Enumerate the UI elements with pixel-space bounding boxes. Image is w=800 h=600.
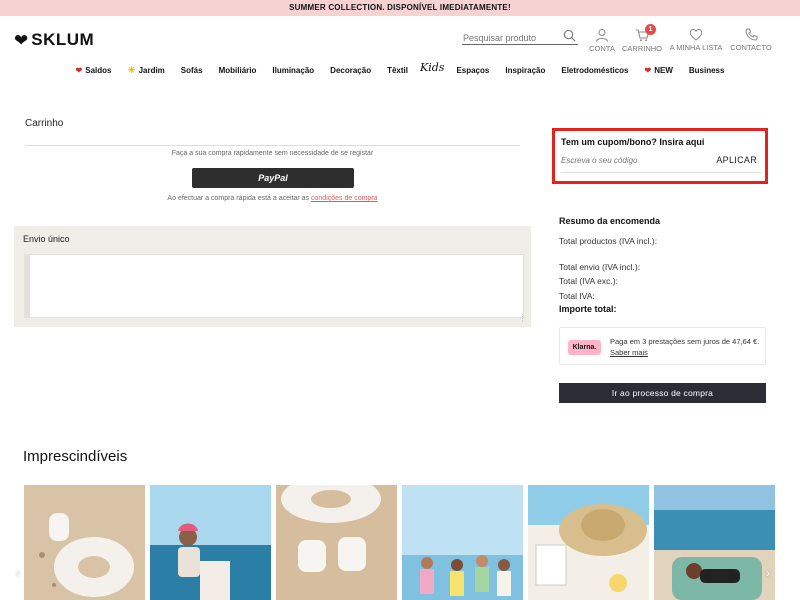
product-card[interactable] [150, 485, 271, 600]
promo-banner[interactable]: SUMMER COLLECTION. DISPONÍVEL IMEDIATAME… [0, 0, 800, 16]
sun-icon: ☀ [127, 64, 136, 75]
search-bar [462, 28, 578, 47]
account-label: CONTA [589, 44, 615, 53]
shipping-note-field[interactable] [24, 254, 524, 318]
logo[interactable]: ❤ SKLUM [14, 30, 94, 50]
nav-item-iluminacao[interactable]: Iluminação [264, 66, 322, 75]
heart-logo-icon: ❤ [14, 30, 29, 50]
heart-icon: ❤ [644, 65, 652, 75]
klarna-logo: Klarna. [568, 340, 601, 355]
nav-item-new[interactable]: ❤ NEW [637, 66, 681, 75]
nav-item-jardim[interactable]: ☀ Jardim [119, 65, 172, 76]
apply-coupon-button[interactable]: APLICAR [716, 155, 757, 165]
nav-item-decoracao[interactable]: Decoração [322, 66, 379, 75]
nav-item-espacos[interactable]: Espaços [448, 66, 497, 75]
essentials-title: Imprescindíveis [23, 448, 128, 465]
main-nav: ❤ Saldos ☀ Jardim Sofás Mobiliário Ilumina… [0, 60, 800, 80]
carousel-prev-icon[interactable]: ‹ [16, 566, 20, 580]
product-image [654, 485, 775, 600]
user-icon [596, 29, 608, 42]
product-carousel [24, 485, 776, 600]
cart-label: CARRINHO [621, 44, 662, 53]
product-card[interactable] [276, 485, 397, 600]
coupon-box: Tem um cupom/bono? Insira aqui APLICAR [552, 128, 768, 184]
klarna-learn-more-link[interactable]: Saber mais [610, 348, 648, 357]
cart-title: Carrinho [25, 118, 64, 129]
summary-title: Resumo da encomenda [559, 216, 661, 226]
product-card[interactable] [24, 485, 145, 600]
site-header: ❤ SKLUM CONTA 1 CARRINHO A MINHA LISTA C… [0, 16, 800, 60]
product-image [150, 485, 271, 600]
summary-products-total: Total productos (IVA incl.): [559, 236, 658, 246]
paypal-button[interactable]: PayPal [192, 168, 354, 188]
shipping-panel: Envio único ⋮ [14, 226, 531, 327]
shipping-note-textarea[interactable] [25, 255, 523, 317]
resize-handle-icon[interactable]: ⋮ [519, 315, 526, 323]
nav-item-business[interactable]: Business [681, 66, 733, 75]
terms-text: Ao efectuar a compra rápida está a aceit… [167, 195, 378, 202]
contact-link[interactable]: CONTACTO [728, 28, 774, 52]
wishlist-link[interactable]: A MINHA LISTA [668, 28, 724, 52]
summary-shipping-total: Total envio (IVA incl.): [559, 262, 641, 272]
coupon-input[interactable] [561, 156, 701, 165]
nav-item-textil[interactable]: Têxtil [379, 66, 416, 75]
nav-item-inspiracao[interactable]: Inspiração [497, 66, 553, 75]
product-image [528, 485, 649, 600]
logo-wordmark: SKLUM [31, 30, 95, 49]
phone-icon [744, 28, 757, 41]
carousel-next-icon[interactable]: › [766, 566, 770, 580]
divider [561, 172, 761, 173]
search-icon[interactable] [563, 29, 576, 47]
checkout-button[interactable]: Ir ao processo de compra [559, 383, 766, 403]
summary-total-ex-vat: Total (IVA exc.): [559, 276, 618, 286]
search-input[interactable] [462, 30, 558, 46]
product-card[interactable] [402, 485, 523, 600]
nav-item-sofas[interactable]: Sofás [173, 66, 211, 75]
klarna-text: Paga em 3 prestações sem juros de 47,64 … [610, 337, 760, 357]
product-card[interactable] [528, 485, 649, 600]
wishlist-label: A MINHA LISTA [669, 43, 723, 52]
product-image [24, 485, 145, 600]
nav-item-eletrodomesticos[interactable]: Eletrodomésticos [553, 66, 636, 75]
nav-item-mobiliario[interactable]: Mobiliário [211, 66, 265, 75]
heart-icon: ❤ [75, 65, 83, 75]
shipping-note-scrollbar[interactable] [24, 254, 30, 318]
cart-link[interactable]: 1 CARRINHO [620, 24, 664, 53]
product-image [402, 485, 523, 600]
summary-vat: Total IVA: [559, 291, 595, 301]
heart-icon [689, 28, 703, 41]
klarna-banner: Klarna. Paga em 3 prestações sem juros d… [559, 327, 766, 365]
account-link[interactable]: CONTA [588, 28, 616, 53]
terms-link[interactable]: condições de compra [311, 195, 378, 202]
quick-purchase-text: Faça a sua compra rapidamente sem necess… [171, 150, 374, 157]
summary-grand-total: Importe total: [559, 304, 617, 314]
divider [25, 145, 520, 146]
product-card[interactable] [654, 485, 775, 600]
product-image [276, 485, 397, 600]
contact-label: CONTACTO [730, 43, 772, 52]
shipping-title: Envio único [23, 234, 70, 244]
cart-count-badge: 1 [645, 24, 656, 35]
nav-item-saldos[interactable]: ❤ Saldos [68, 66, 120, 75]
nav-item-kids[interactable]: Kids [416, 61, 448, 74]
coupon-title: Tem um cupom/bono? Insira aqui [561, 137, 705, 147]
